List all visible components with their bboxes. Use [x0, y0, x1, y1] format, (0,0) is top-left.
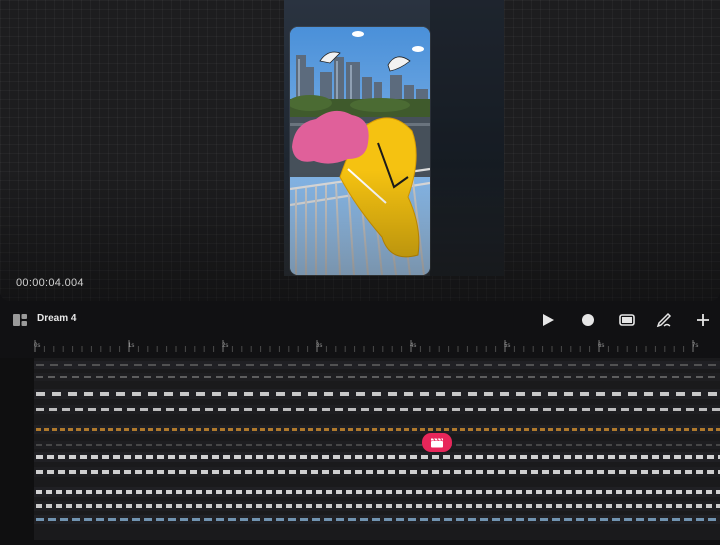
- timecode: 00:00:04.004: [16, 277, 84, 289]
- add-icon[interactable]: [695, 312, 711, 328]
- ruler-label-5s: 5s: [504, 343, 511, 349]
- ruler-label-1s: 1s: [128, 343, 135, 349]
- ruler-ticks: [34, 340, 694, 352]
- timeline-toolbar: [0, 306, 720, 334]
- ruler-label-3s: 3s: [316, 343, 323, 349]
- clapperboard-icon: [431, 438, 443, 448]
- layout-icon[interactable]: [12, 312, 28, 328]
- ruler-label-4s: 4s: [410, 343, 417, 349]
- ruler-label-7s: 7s: [692, 343, 699, 349]
- play-icon[interactable]: [540, 312, 556, 328]
- playhead-marker[interactable]: [422, 433, 452, 452]
- time-ruler[interactable]: 0s 1s 2s 3s 4s 5s 6s 7s: [0, 336, 720, 354]
- ruler-label-6s: 6s: [598, 343, 605, 349]
- ruler-label-0s: 0s: [34, 343, 41, 349]
- timeline-tracks[interactable]: [34, 358, 720, 540]
- draw-icon[interactable]: [656, 312, 672, 328]
- ruler-label-2s: 2s: [222, 343, 229, 349]
- record-icon[interactable]: [580, 312, 596, 328]
- track-clips: [34, 361, 720, 524]
- canvas-area[interactable]: 00:00:04.004: [0, 0, 720, 301]
- project-name[interactable]: Dream 4: [37, 313, 76, 324]
- screen-icon[interactable]: [619, 312, 635, 328]
- track-gutter: [0, 358, 34, 540]
